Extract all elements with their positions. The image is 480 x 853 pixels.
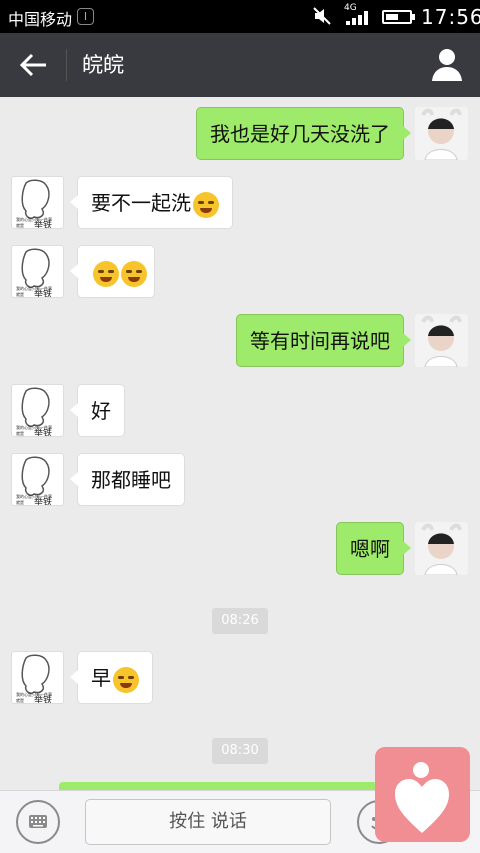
- timestamp-label: 08:26: [212, 608, 268, 634]
- svg-text:就是: 就是: [16, 697, 24, 703]
- my-avatar[interactable]: [415, 107, 468, 160]
- contact-avatar[interactable]: 我的心是只有一件事 就是 举铁: [11, 651, 64, 704]
- chat-header: 皖皖: [0, 33, 480, 97]
- message-row: 我的心是只有一件事 就是 举铁 早: [0, 651, 480, 704]
- message-row: 我也是好几天没洗了: [0, 107, 480, 160]
- carrier-name: 中国移动: [8, 10, 73, 29]
- message-text: 早: [91, 666, 111, 690]
- sent-message-bubble[interactable]: 我也是好几天没洗了: [196, 107, 411, 160]
- my-avatar[interactable]: [415, 314, 468, 367]
- svg-text:举铁: 举铁: [34, 288, 52, 298]
- received-emoji-bubble[interactable]: [70, 245, 155, 298]
- message-row: 等有时间再说吧: [0, 314, 480, 367]
- contact-avatar[interactable]: 我的心是只有一件事 就是 举铁: [11, 176, 64, 229]
- floating-heart-widget[interactable]: [375, 747, 470, 842]
- received-message-bubble[interactable]: 那都睡吧: [70, 453, 185, 506]
- battery-icon: [382, 10, 412, 24]
- header-divider: [66, 49, 67, 81]
- message-row: 嗯啊: [0, 522, 480, 575]
- message-row: 我的心是只有一件事 就是 举铁 那都睡吧: [0, 453, 480, 506]
- contact-avatar[interactable]: 我的心是只有一件事 就是 举铁: [11, 245, 64, 298]
- status-time: 17:56: [421, 5, 480, 29]
- message-row: 我的心是只有一件事 就是 举铁 好: [0, 384, 480, 437]
- svg-text:就是: 就是: [16, 430, 24, 436]
- svg-text:就是: 就是: [16, 291, 24, 297]
- svg-text:举铁: 举铁: [34, 219, 52, 229]
- signal-icon: [346, 11, 368, 25]
- svg-text:举铁: 举铁: [34, 694, 52, 704]
- received-message-bubble[interactable]: 要不一起洗: [70, 176, 233, 229]
- message-row: 我的心是只有一件事 就是 举铁 要不一起洗: [0, 176, 480, 229]
- hold-to-talk-button[interactable]: 按住 说话: [85, 799, 331, 845]
- sent-message-bubble[interactable]: 嗯啊: [336, 522, 411, 575]
- svg-text:就是: 就是: [16, 499, 24, 505]
- received-message-bubble[interactable]: 好: [70, 384, 125, 437]
- message-text: 要不一起洗: [91, 191, 191, 215]
- svg-text:就是: 就是: [16, 222, 24, 228]
- crying-laughing-face-icon: [121, 260, 147, 287]
- battery-cap: [412, 14, 415, 20]
- received-message-bubble[interactable]: 早: [70, 651, 153, 704]
- keyboard-icon[interactable]: [16, 800, 60, 844]
- grinning-face-icon: [193, 191, 219, 218]
- message-row: 我的心是只有一件事 就是 举铁: [0, 245, 480, 298]
- timestamp-label: 08:30: [212, 738, 268, 764]
- svg-text:举铁: 举铁: [34, 496, 52, 506]
- page-title: 皖皖: [82, 53, 124, 77]
- hugging-face-icon: [113, 666, 139, 693]
- contact-profile-icon[interactable]: [430, 47, 464, 83]
- contact-avatar[interactable]: 我的心是只有一件事 就是 举铁: [11, 384, 64, 437]
- contact-avatar[interactable]: 我的心是只有一件事 就是 举铁: [11, 453, 64, 506]
- crying-laughing-face-icon: [93, 260, 119, 287]
- back-arrow-icon[interactable]: [18, 51, 48, 79]
- message-list: 我也是好几天没洗了 我的心是只有一件事 就是 举铁 要不一起洗 我的心是只有一件事就…: [0, 97, 480, 790]
- heart-icon: [395, 762, 449, 833]
- status-bar: 中国移动 I 4G 17:56: [0, 0, 480, 33]
- mute-icon: [313, 7, 331, 25]
- sim-icon: I: [77, 8, 94, 25]
- svg-text:举铁: 举铁: [34, 427, 52, 437]
- my-avatar[interactable]: [415, 522, 468, 575]
- sent-message-bubble[interactable]: 等有时间再说吧: [236, 314, 411, 367]
